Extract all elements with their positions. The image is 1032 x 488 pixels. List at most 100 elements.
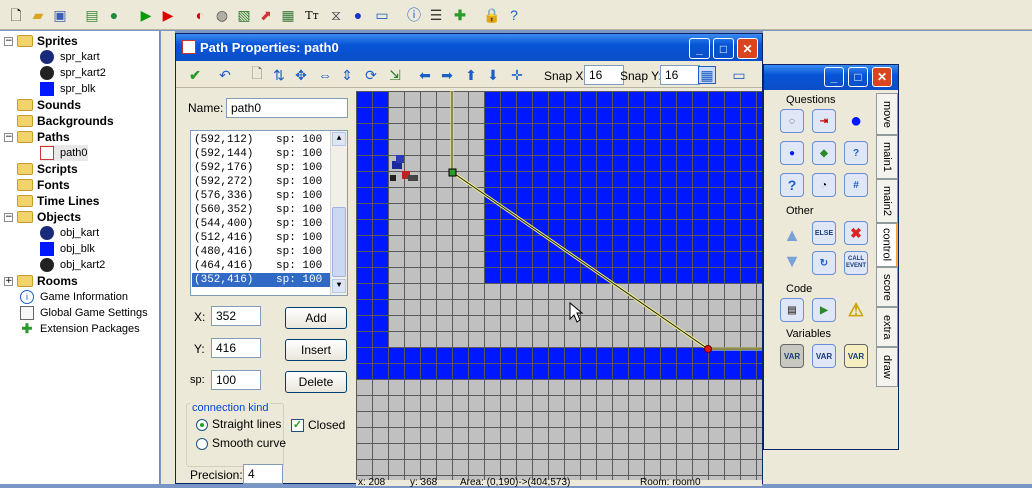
snap-x-input[interactable]: 16 xyxy=(584,65,624,85)
tree-item-rooms[interactable]: + Rooms xyxy=(4,273,78,289)
tab-score[interactable]: score xyxy=(876,267,898,307)
name-input[interactable]: path0 xyxy=(226,98,348,118)
draw-variable-icon[interactable]: VAR xyxy=(844,344,868,368)
list-item[interactable]: (592,144) sp: 100 xyxy=(192,147,330,161)
game-settings-icon[interactable]: ☰ xyxy=(426,5,446,25)
minimize-button[interactable]: _ xyxy=(689,38,710,59)
call-event-icon[interactable]: CALL EVENT xyxy=(844,251,868,275)
list-item[interactable]: (352,416) sp: 100 xyxy=(192,273,330,287)
tree-item-backgrounds[interactable]: +Backgrounds xyxy=(4,113,114,129)
publish-icon[interactable]: ● xyxy=(104,5,124,25)
check-empty-icon[interactable]: ◌ xyxy=(780,109,804,133)
splitter[interactable] xyxy=(161,31,175,484)
reverse-path-icon[interactable]: ⇅ xyxy=(270,66,288,84)
x-input[interactable]: 352 xyxy=(211,306,261,326)
ok-check-icon[interactable]: ✔ xyxy=(186,66,204,84)
exit-event-icon[interactable]: ✖ xyxy=(844,221,868,245)
check-object-icon[interactable]: ● xyxy=(844,109,868,133)
snap-y-input[interactable]: 16 xyxy=(660,65,700,85)
list-item[interactable]: (512,416) sp: 100 xyxy=(192,231,330,245)
add-button[interactable]: Add xyxy=(285,307,347,329)
path-canvas[interactable] xyxy=(356,91,762,480)
list-item[interactable]: (592,272) sp: 100 xyxy=(192,175,330,189)
add-script-icon[interactable]: ▦ xyxy=(278,5,298,25)
close-button[interactable]: ✕ xyxy=(737,38,758,59)
tree-item-sprites[interactable]: − Sprites xyxy=(4,33,78,49)
add-sprite-icon[interactable]: ◐ xyxy=(190,5,210,25)
check-question-icon[interactable]: ? xyxy=(844,141,868,165)
precision-input[interactable]: 4 xyxy=(243,464,283,484)
extension-icon[interactable]: ✚ xyxy=(450,5,470,25)
shift-right-icon[interactable]: ➡ xyxy=(438,66,456,84)
tree-item-objects[interactable]: − Objects xyxy=(4,209,81,225)
rotate-path-icon[interactable]: ⟳ xyxy=(362,66,380,84)
list-scrollbar[interactable]: ▲ ▼ xyxy=(330,131,347,295)
tree-item-path0[interactable]: path0 xyxy=(40,145,88,161)
scroll-thumb[interactable] xyxy=(332,207,346,277)
tree-item-obj-kart2[interactable]: obj_kart2 xyxy=(40,257,105,273)
check-mouse-icon[interactable]: ◔ xyxy=(812,173,836,197)
add-font-icon[interactable]: Tт xyxy=(302,5,322,25)
test-variable-icon[interactable]: VAR xyxy=(812,344,836,368)
list-item[interactable]: (544,400) sp: 100 xyxy=(192,217,330,231)
shift-path-icon[interactable]: ✥ xyxy=(292,66,310,84)
save-icon[interactable]: ▣ xyxy=(50,5,70,25)
delete-button[interactable]: Delete xyxy=(285,371,347,393)
check-grid-icon[interactable]: # xyxy=(844,173,868,197)
tree-item-fonts[interactable]: +Fonts xyxy=(4,177,70,193)
execute-script-icon[interactable]: ▶ xyxy=(812,298,836,322)
closed-checkbox[interactable]: ✓ Closed xyxy=(291,418,345,433)
maximize-button[interactable]: □ xyxy=(848,67,868,87)
tree-item-global-game-settings[interactable]: Global Game Settings xyxy=(20,305,148,321)
path-points-list[interactable]: (592,112) sp: 100 (592,144) sp: 100 (592,176… xyxy=(190,130,348,296)
room-grid[interactable] xyxy=(356,91,762,480)
tree-item-spr-kart2[interactable]: spr_kart2 xyxy=(40,65,106,81)
shift-down-icon[interactable]: ⬇ xyxy=(484,66,502,84)
list-item[interactable]: (592,112) sp: 100 xyxy=(192,133,330,147)
add-object-icon[interactable]: ● xyxy=(348,5,368,25)
tab-extra[interactable]: extra xyxy=(876,307,898,347)
tab-draw[interactable]: draw xyxy=(876,347,898,387)
toggle-grid-icon[interactable]: ▦ xyxy=(698,66,716,84)
undo-icon[interactable]: ↶ xyxy=(216,66,234,84)
add-background-icon[interactable]: ▧ xyxy=(234,5,254,25)
end-block-icon[interactable]: ▼ xyxy=(780,249,804,273)
mirror-horizontal-icon[interactable]: ⇔ xyxy=(316,66,334,84)
test-instance-count-icon[interactable]: ● xyxy=(780,141,804,165)
tab-main1[interactable]: main1 xyxy=(876,135,898,179)
new-file-icon[interactable]: 🗋 xyxy=(6,5,26,25)
tab-move[interactable]: move xyxy=(876,93,898,135)
shift-left-icon[interactable]: ⬅ xyxy=(416,66,434,84)
tab-main2[interactable]: main2 xyxy=(876,179,898,223)
repeat-icon[interactable]: ↻ xyxy=(812,251,836,275)
debug-run-icon[interactable]: ▶ xyxy=(158,5,178,25)
start-block-icon[interactable]: ▲ xyxy=(780,223,804,247)
tree-item-sounds[interactable]: +Sounds xyxy=(4,97,81,113)
else-icon[interactable]: ELSE xyxy=(812,221,836,245)
path-selected-point[interactable] xyxy=(704,345,712,353)
smooth-curve-radio[interactable]: Smooth curve xyxy=(196,436,286,450)
speed-input[interactable]: 100 xyxy=(211,370,261,390)
scale-path-icon[interactable]: ⇲ xyxy=(386,66,404,84)
test-chance-icon[interactable]: ◆ xyxy=(812,141,836,165)
execute-code-icon[interactable]: ▤ xyxy=(780,298,804,322)
help-icon[interactable]: ? xyxy=(504,5,524,25)
flip-vertical-icon[interactable]: ⇕ xyxy=(338,66,356,84)
list-item[interactable]: (560,352) sp: 100 xyxy=(192,203,330,217)
create-executable-icon[interactable]: ▤ xyxy=(82,5,102,25)
tree-item-spr-kart[interactable]: spr_kart xyxy=(40,49,100,65)
tree-item-paths[interactable]: − Paths xyxy=(4,129,70,145)
add-sound-icon[interactable]: ◍ xyxy=(212,5,232,25)
tree-item-spr-blk[interactable]: spr_blk xyxy=(40,81,95,97)
scroll-up-icon[interactable]: ▲ xyxy=(332,132,346,146)
list-item[interactable]: (592,176) sp: 100 xyxy=(192,161,330,175)
maximize-button[interactable]: □ xyxy=(713,38,734,59)
tree-item-time-lines[interactable]: +Time Lines xyxy=(4,193,99,209)
tree-item-game-information[interactable]: i Game Information xyxy=(20,289,128,305)
comment-warning-icon[interactable]: ⚠ xyxy=(844,298,868,322)
list-item[interactable]: (576,336) sp: 100 xyxy=(192,189,330,203)
run-icon[interactable]: ▶ xyxy=(136,5,156,25)
scroll-down-icon[interactable]: ▼ xyxy=(332,279,346,293)
tree-item-extension-packages[interactable]: ✚ Extension Packages xyxy=(20,321,140,337)
straight-lines-radio[interactable]: Straight lines xyxy=(196,417,281,431)
